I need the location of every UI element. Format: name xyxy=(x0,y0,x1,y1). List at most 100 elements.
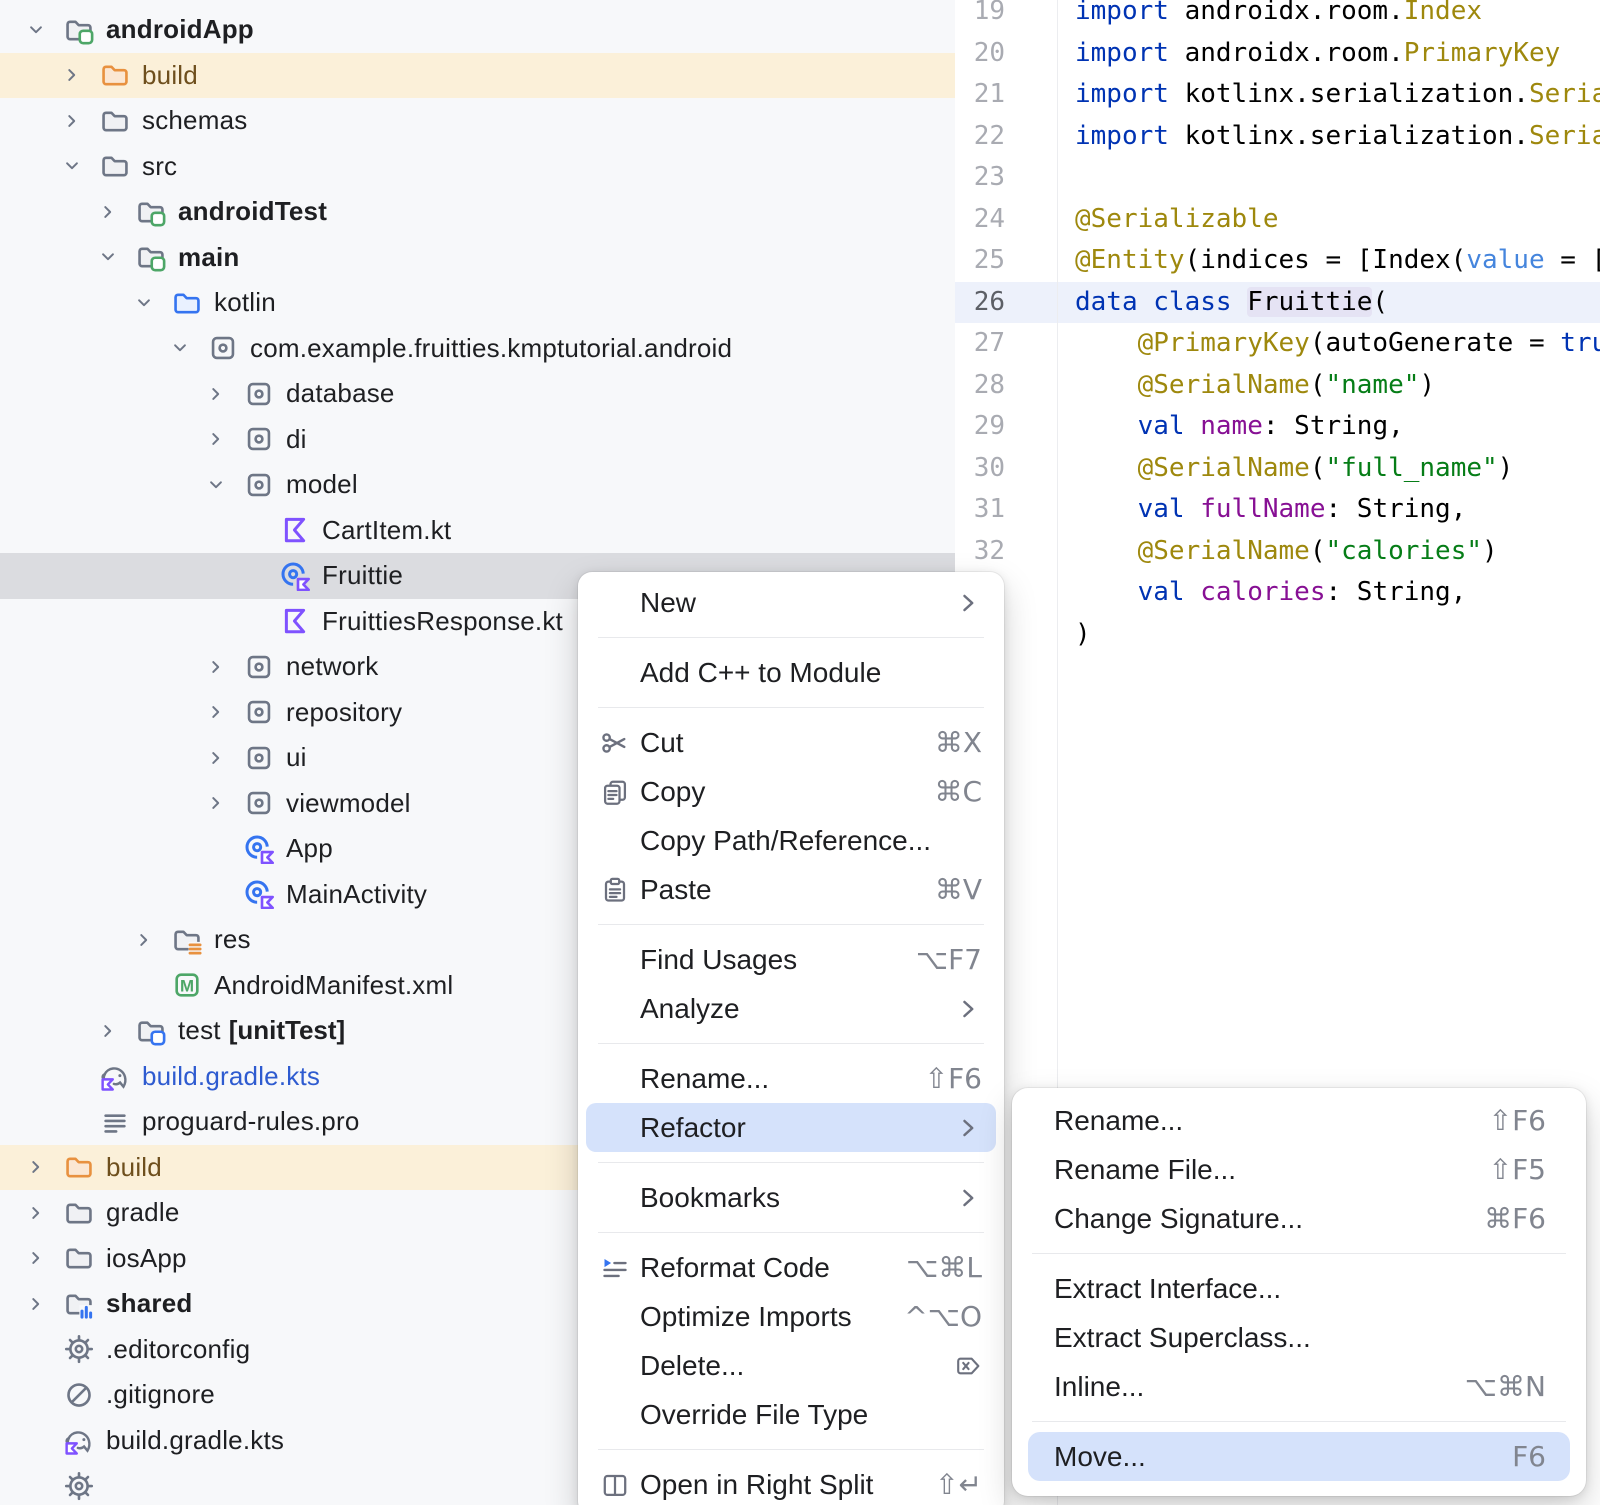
code-token: kotlinx.serialization. xyxy=(1185,79,1529,109)
chevron-collapsed-icon[interactable] xyxy=(198,655,242,679)
tree-item-com-example-fruitties-kmptutorial-android[interactable]: com.example.fruitties.kmptutorial.androi… xyxy=(0,326,955,372)
code-line-20[interactable]: import androidx.room.PrimaryKey xyxy=(1075,33,1600,75)
chevron-collapsed-icon[interactable] xyxy=(198,746,242,770)
code-token: @Entity xyxy=(1075,245,1185,275)
menu-item-rename-file[interactable]: Rename File...⇧F5 xyxy=(1012,1145,1586,1194)
tree-item-di[interactable]: di xyxy=(0,417,955,463)
chevron-collapsed-icon[interactable] xyxy=(18,1155,62,1179)
menu-item-extract-superclass[interactable]: Extract Superclass... xyxy=(1012,1313,1586,1362)
chevron-collapsed-icon[interactable] xyxy=(18,1292,62,1316)
menu-item-optimize-imports[interactable]: Optimize Imports^⌥O xyxy=(578,1292,1004,1341)
menu-item-copy-path-reference[interactable]: Copy Path/Reference... xyxy=(578,816,1004,865)
chevron-collapsed-icon[interactable] xyxy=(54,109,98,133)
menu-shortcut: ⌥⌘L xyxy=(906,1251,982,1284)
tree-item-androidtest[interactable]: androidTest xyxy=(0,189,955,235)
chevron-collapsed-icon[interactable] xyxy=(90,200,134,224)
tree-item-schemas[interactable]: schemas xyxy=(0,98,955,144)
tree-item-label: schemas xyxy=(142,105,247,136)
menu-item-change-signature[interactable]: Change Signature...⌘F6 xyxy=(1012,1194,1586,1243)
tree-item-label: test xyxy=(178,1015,221,1046)
chevron-collapsed-icon[interactable] xyxy=(54,63,98,87)
code-line-34[interactable]: ) xyxy=(1075,614,1600,656)
code-line-24[interactable]: @Serializable xyxy=(1075,199,1600,241)
tree-item-label: CartItem.kt xyxy=(322,515,451,546)
chevron-expanded-icon[interactable] xyxy=(18,18,62,42)
menu-item-rename[interactable]: Rename...⇧F6 xyxy=(578,1054,1004,1103)
line-number: 19 xyxy=(955,0,1005,33)
menu-item-new[interactable]: New xyxy=(578,578,1004,627)
line-number: 30 xyxy=(955,448,1005,490)
gradle-kts-icon xyxy=(62,1425,96,1455)
menu-item-right: ^⌥O xyxy=(904,1300,982,1333)
chevron-expanded-icon[interactable] xyxy=(54,154,98,178)
menu-shortcut: ^⌥O xyxy=(904,1300,982,1333)
menu-item-inline[interactable]: Inline...⌥⌘N xyxy=(1012,1362,1586,1411)
chevron-collapsed-icon[interactable] xyxy=(198,791,242,815)
code-line-29[interactable]: val name: String, xyxy=(1075,406,1600,448)
menu-shortcut: ⌥⌘N xyxy=(1465,1370,1546,1403)
menu-item-label: Open in Right Split xyxy=(640,1469,929,1501)
tree-item-main[interactable]: main xyxy=(0,235,955,281)
line-number: 27 xyxy=(955,323,1005,365)
menu-item-cut[interactable]: Cut⌘X xyxy=(578,718,1004,767)
code-line-31[interactable]: val fullName: String, xyxy=(1075,489,1600,531)
menu-item-right: ⌥F7 xyxy=(916,943,982,976)
tree-item-label: shared xyxy=(106,1288,192,1319)
menu-item-rename[interactable]: Rename...⇧F6 xyxy=(1012,1096,1586,1145)
tree-item-kotlin[interactable]: kotlin xyxy=(0,280,955,326)
menu-item-find-usages[interactable]: Find Usages⌥F7 xyxy=(578,935,1004,984)
menu-item-analyze[interactable]: Analyze xyxy=(578,984,1004,1033)
chevron-expanded-icon[interactable] xyxy=(126,291,170,315)
chevron-expanded-icon[interactable] xyxy=(162,336,206,360)
code-area[interactable]: import androidx.room.Indeximport android… xyxy=(1075,0,1600,655)
chevron-collapsed-icon[interactable] xyxy=(18,1246,62,1270)
chevron-collapsed-icon[interactable] xyxy=(18,1201,62,1225)
line-number: 24 xyxy=(955,199,1005,241)
menu-item-extract-interface[interactable]: Extract Interface... xyxy=(1012,1264,1586,1313)
tree-item-label: res xyxy=(214,924,251,955)
chevron-collapsed-icon[interactable] xyxy=(198,382,242,406)
code-line-32[interactable]: @SerialName("calories") xyxy=(1075,531,1600,573)
gear-icon xyxy=(62,1471,96,1501)
menu-item-copy[interactable]: Copy⌘C xyxy=(578,767,1004,816)
code-line-30[interactable]: @SerialName("full_name") xyxy=(1075,448,1600,490)
menu-item-override-file-type[interactable]: Override File Type xyxy=(578,1390,1004,1439)
tree-item-label: ui xyxy=(286,742,307,773)
tree-item-androidapp[interactable]: androidApp xyxy=(0,7,955,53)
chevron-collapsed-icon[interactable] xyxy=(198,427,242,451)
code-line-27[interactable]: @PrimaryKey(autoGenerate = tru xyxy=(1075,323,1600,365)
chevron-collapsed-icon[interactable] xyxy=(126,928,170,952)
tree-item-cartitem-kt[interactable]: CartItem.kt xyxy=(0,508,955,554)
menu-item-move[interactable]: Move...F6 xyxy=(1028,1432,1570,1481)
tree-item-model[interactable]: model xyxy=(0,462,955,508)
menu-item-paste[interactable]: Paste⌘V xyxy=(578,865,1004,914)
context-menu: New Add C++ to Module Cut⌘XCopy⌘CCopy Path… xyxy=(578,572,1004,1505)
tree-item-database[interactable]: database xyxy=(0,371,955,417)
code-line-21[interactable]: import kotlinx.serialization.Seria xyxy=(1075,74,1600,116)
menu-item-delete[interactable]: Delete... xyxy=(578,1341,1004,1390)
code-line-25[interactable]: @Entity(indices = [Index(value = [ xyxy=(1075,240,1600,282)
code-line-19[interactable]: import androidx.room.Index xyxy=(1075,0,1600,33)
chevron-collapsed-icon[interactable] xyxy=(198,700,242,724)
code-line-26[interactable]: data class Fruittie( xyxy=(1075,282,1600,324)
tree-item-label: Fruittie xyxy=(322,560,403,591)
menu-item-refactor[interactable]: Refactor xyxy=(586,1103,996,1152)
line-number: 31 xyxy=(955,489,1005,531)
code-line-22[interactable]: import kotlinx.serialization.Seria xyxy=(1075,116,1600,158)
tree-item-src[interactable]: src xyxy=(0,144,955,190)
code-line-28[interactable]: @SerialName("name") xyxy=(1075,365,1600,407)
chevron-expanded-icon[interactable] xyxy=(90,245,134,269)
code-token xyxy=(1075,577,1138,607)
tree-item-build[interactable]: build xyxy=(0,53,955,99)
chevron-collapsed-icon[interactable] xyxy=(90,1019,134,1043)
menu-item-bookmarks[interactable]: Bookmarks xyxy=(578,1173,1004,1222)
menu-item-add-c-to-module[interactable]: Add C++ to Module xyxy=(578,648,1004,697)
code-token: ( xyxy=(1310,453,1326,483)
code-line-33[interactable]: val calories: String, xyxy=(1075,572,1600,614)
kotlin-class-icon xyxy=(278,561,312,591)
code-line-23[interactable] xyxy=(1075,157,1600,199)
chevron-expanded-icon[interactable] xyxy=(198,473,242,497)
menu-item-open-in-right-split[interactable]: Open in Right Split⇧↵ xyxy=(578,1460,1004,1505)
menu-item-reformat-code[interactable]: Reformat Code⌥⌘L xyxy=(578,1243,1004,1292)
folder-build-icon xyxy=(62,1152,96,1182)
